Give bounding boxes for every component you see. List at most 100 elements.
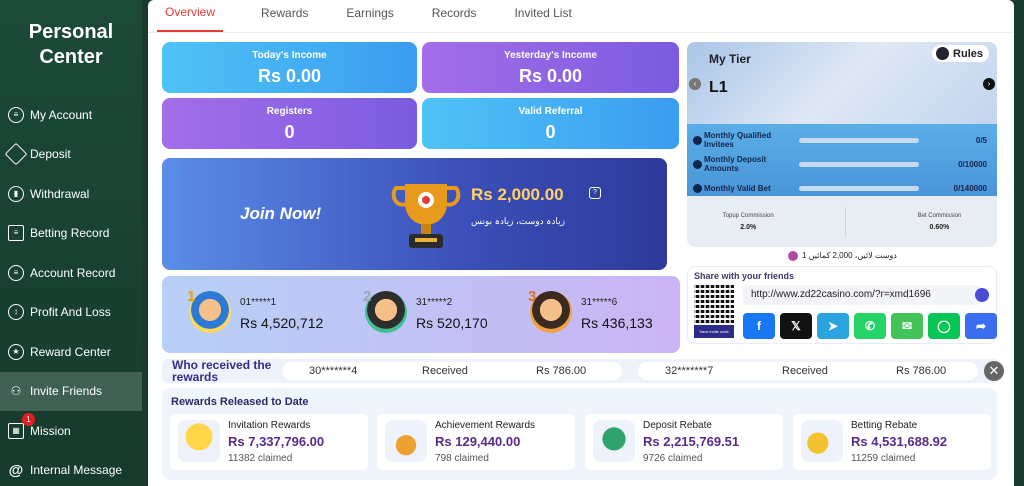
bet-commission-label: Bet Commission (917, 212, 962, 219)
registers-card: Registers 0 (162, 98, 417, 149)
topup-commission-value: 2.0% (740, 223, 757, 231)
main-panel: Overview Rewards Earnings Records Invite… (148, 0, 1014, 486)
reward-card-title: Deposit Rebate (643, 420, 712, 431)
rank-username: 31*****2 (416, 297, 453, 308)
progress-label: Monthly Deposit Amounts (704, 155, 767, 173)
tab-invited-list[interactable]: Invited List (514, 6, 571, 32)
tier-header: My Tier L1 Rules ‹ › (687, 42, 997, 124)
deposit-icon (4, 142, 28, 166)
join-reward-amount: Rs 2,000.00 (471, 185, 564, 204)
rules-label: Rules (953, 47, 983, 60)
share-title: Share with your friends (694, 271, 795, 281)
sms-share-button[interactable]: ✉ (891, 313, 923, 339)
close-icon[interactable]: ✕ (984, 361, 1004, 381)
valid-referral-card: Valid Referral 0 (422, 98, 679, 149)
line-share-button[interactable]: ◯ (928, 313, 960, 339)
invite-friends-icon: ⚇ (10, 384, 22, 399)
reward-center-icon: ★ (8, 343, 24, 360)
reward-card-amount: Rs 7,337,796.00 (228, 434, 325, 449)
sidebar-item-label: Reward Center (30, 344, 111, 359)
reward-card-amount: Rs 2,215,769.51 (643, 434, 740, 449)
ticker-user: 30*******4 (309, 365, 358, 377)
reward-card-title: Invitation Rewards (228, 420, 311, 431)
withdrawal-icon: ▮ (8, 185, 24, 202)
x-share-button[interactable]: 𝕏 (780, 313, 812, 339)
copy-icon[interactable] (975, 288, 989, 302)
sidebar: Personal Center ≡ My Account Deposit ▮ W… (0, 0, 142, 486)
progress-value: 0/5 (975, 135, 987, 145)
progress-row: Monthly Valid Bet 0/140000 (693, 176, 993, 200)
betting-record-icon: ≡ (8, 225, 24, 242)
whatsapp-share-button[interactable]: ✆ (854, 313, 886, 339)
info-icon[interactable]: ? (589, 187, 601, 199)
rank-number: 3 (528, 288, 537, 305)
tab-earnings[interactable]: Earnings (346, 6, 393, 32)
ticker-user: 32*******7 (665, 365, 714, 377)
registers-label: Registers (266, 106, 313, 117)
sidebar-item-invite-friends[interactable]: ⚇ Invite Friends (0, 371, 142, 411)
tab-overview[interactable]: Overview (157, 5, 224, 32)
account-record-icon: ≡ (8, 264, 24, 281)
tab-rewards[interactable]: Rewards (261, 6, 308, 32)
reward-card-betting-rebate: Betting Rebate Rs 4,531,688.92 11259 cla… (793, 414, 991, 470)
share-panel: Share with your friends Save invite code… (687, 266, 997, 344)
registers-value: 0 (284, 122, 295, 142)
sidebar-item-betting-record[interactable]: ≡ Betting Record (0, 214, 142, 254)
medal-icon (385, 420, 427, 462)
ticker-title-line2: rewards (172, 370, 219, 384)
deposit-icon (693, 159, 702, 169)
sidebar-item-internal-message[interactable]: @ Internal Message (0, 451, 142, 486)
badge-icon (788, 251, 798, 261)
reward-card-claimed: 798 claimed (435, 453, 489, 464)
join-subtitle: زیادہ دوست، زیادہ بونس (471, 216, 566, 226)
rank-username: 01*****1 (240, 297, 277, 308)
sidebar-item-label: Account Record (30, 265, 116, 280)
progress-value: 0/10000 (958, 159, 987, 169)
facebook-share-button[interactable]: f (743, 313, 775, 339)
star-hand-icon (178, 420, 220, 462)
rewards-released-title: Rewards Released to Date (171, 396, 309, 408)
telegram-share-button[interactable]: ➤ (817, 313, 849, 339)
save-invite-code-button[interactable]: Save invite code (694, 325, 734, 338)
at-icon: @ (8, 461, 24, 479)
sidebar-item-my-account[interactable]: ≡ My Account (0, 95, 142, 135)
chevron-left-icon[interactable]: ‹ (689, 78, 701, 90)
sidebar-item-profit-loss[interactable]: ↕ Profit And Loss (0, 293, 142, 333)
reward-card-amount: Rs 4,531,688.92 (851, 434, 948, 449)
top-earners-panel: 1 01*****1 Rs 4,520,712 2 31*****2 Rs 52… (162, 276, 680, 353)
sidebar-item-reward-center[interactable]: ★ Reward Center (0, 332, 142, 372)
gift-icon: ▦ (8, 422, 24, 439)
rank-username: 31*****6 (581, 297, 618, 308)
sidebar-item-label: Withdrawal (30, 186, 90, 201)
bet-commission: Bet Commission 0.60% (918, 213, 962, 231)
sidebar-item-mission[interactable]: ▦ 1 Mission (0, 411, 142, 451)
reward-card-title: Achievement Rewards (435, 420, 536, 431)
reward-card-deposit-rebate: Deposit Rebate Rs 2,215,769.51 9726 clai… (585, 414, 783, 470)
tab-bar: Overview Rewards Earnings Records Invite… (148, 0, 1014, 33)
rank-number: 1 (187, 288, 196, 305)
sidebar-item-withdrawal[interactable]: ▮ Withdrawal (0, 174, 142, 214)
profit-loss-icon: ↕ (8, 304, 24, 321)
tier-below-label: دوست لائیں، 2,000 کمائیں 1 (802, 251, 897, 261)
today-income-card: Today's Income Rs 0.00 (162, 42, 417, 93)
sidebar-item-account-record[interactable]: ≡ Account Record (0, 253, 142, 293)
more-share-button[interactable]: ➦ (965, 313, 997, 339)
chevron-right-icon[interactable]: › (983, 78, 995, 90)
join-now-text[interactable]: Join Now! (240, 204, 321, 224)
yesterday-income-value: Rs 0.00 (518, 66, 583, 86)
ticker-amount: Rs 786.00 (896, 365, 947, 377)
bet-icon (693, 183, 702, 193)
invite-link-field[interactable]: http://www.zd22casino.com/?r=xmd1696 (743, 285, 981, 305)
ticker-title: Who received the rewards (172, 359, 271, 383)
tab-records[interactable]: Records (432, 6, 477, 32)
sidebar-item-deposit[interactable]: Deposit (0, 135, 142, 175)
ticker-amount: Rs 786.00 (536, 365, 587, 377)
reward-card-invitation: Invitation Rewards Rs 7,337,796.00 11382… (170, 414, 368, 470)
sidebar-item-label: Internal Message (30, 463, 123, 478)
rules-button[interactable]: Rules (932, 45, 989, 62)
yesterday-income-card: Yesterday's Income Rs 0.00 (422, 42, 679, 93)
sidebar-item-label: My Account (30, 107, 93, 122)
my-tier-panel: My Tier L1 Rules ‹ › Monthly Qualified I… (687, 42, 997, 247)
join-now-banner[interactable]: Join Now! Rs 2,000.00 ? زیادہ دوست، زیاد… (162, 158, 667, 270)
coins-icon (801, 420, 843, 462)
